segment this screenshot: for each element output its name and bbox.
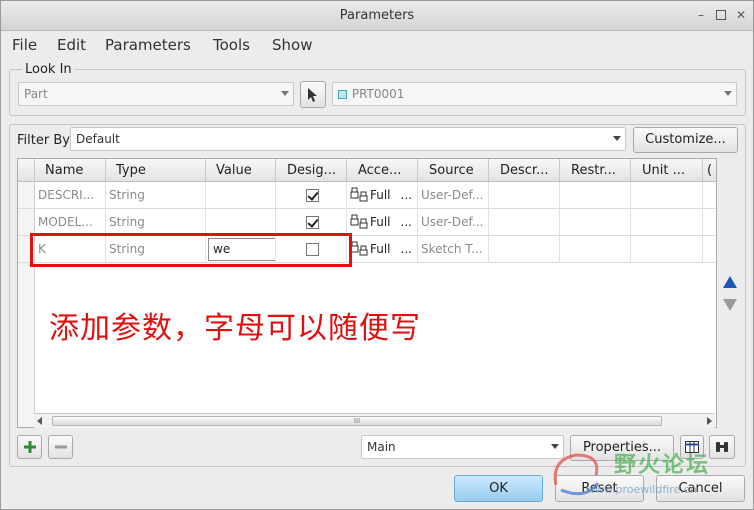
part-icon [338,90,347,99]
look-in-object-value: PRT0001 [351,87,405,101]
minus-icon [54,445,67,449]
col-access[interactable]: Acce... [347,159,418,182]
access-lock-icon [350,187,368,202]
cell-type[interactable]: String [106,209,206,236]
cell-designate[interactable] [276,209,347,236]
look-in-type-value: Part [24,87,48,101]
cell-access[interactable]: Full... [347,209,418,236]
menu-tools[interactable]: Tools [213,36,250,54]
table-row[interactable]: DESCRI... String Full... User-Def... [18,182,716,209]
ok-button[interactable]: OK [454,475,543,502]
look-in-type-select[interactable]: Part [18,82,294,106]
plus-icon [23,441,36,453]
cell-restricted[interactable] [560,209,631,236]
watermark-title: 野火论坛 [614,453,711,478]
window-title: Parameters [339,8,415,23]
cell-source[interactable]: User-Def... [418,209,489,236]
chevron-down-icon [281,91,289,96]
minimize-button[interactable]: – [693,7,709,23]
cell-type[interactable]: String [106,182,206,209]
add-parameter-button[interactable] [17,435,42,459]
main-select[interactable]: Main [361,435,564,459]
menu-bar: File Edit Parameters Tools Show [1,31,753,57]
col-designate[interactable]: Desig... [276,159,347,182]
filter-label: Filter By [17,133,70,148]
cell-description[interactable] [489,182,560,209]
cell-name[interactable]: DESCRI... [35,182,106,209]
cell-access[interactable]: Full... [347,182,418,209]
look-in-label: Look In [22,62,75,77]
move-down-icon[interactable] [722,298,738,312]
cell-description[interactable] [489,209,560,236]
cell-restricted[interactable] [560,182,631,209]
horizontal-scrollbar[interactable]: III [34,413,715,428]
cell-name[interactable]: MODEL... [35,209,106,236]
watermark-url: www.proewildfire.cn [586,483,697,496]
menu-parameters[interactable]: Parameters [105,36,191,54]
menu-file[interactable]: File [12,36,37,54]
col-restricted[interactable]: Restr... [560,159,631,182]
cell-designate[interactable] [276,182,347,209]
scroll-left-icon[interactable] [37,417,42,425]
col-unit[interactable]: Unit ... [631,159,703,182]
designate-checkbox[interactable] [306,189,319,202]
cell-restricted[interactable] [560,236,631,263]
maximize-button[interactable] [713,7,729,23]
col-description[interactable]: Descr... [489,159,560,182]
main-value: Main [367,440,396,454]
filter-value: Default [76,132,120,146]
cell-access[interactable]: Full... [347,236,418,263]
access-value: Full [370,188,391,202]
cell-source[interactable]: Sketch T... [418,236,489,263]
col-name[interactable]: Name [35,159,106,182]
menu-edit[interactable]: Edit [57,36,86,54]
cursor-arrow-icon [308,88,317,102]
watermark-logo: 野火论坛 www.proewildfire.cn [546,443,751,505]
chevron-down-icon [613,136,621,141]
col-value[interactable]: Value [206,159,276,182]
col-overflow: ( [707,163,713,178]
access-value: Full [370,215,391,229]
col-type[interactable]: Type [106,159,206,182]
designate-checkbox[interactable] [306,216,319,229]
scroll-right-icon[interactable] [707,417,712,425]
cell-value[interactable] [206,209,276,236]
cell-source[interactable]: User-Def... [418,182,489,209]
highlight-box [30,233,352,267]
header-corner [18,159,35,182]
title-bar: Parameters – ✕ [1,1,753,31]
close-button[interactable]: ✕ [733,7,749,23]
cell-unit[interactable] [631,182,703,209]
remove-parameter-button[interactable] [48,435,73,459]
select-object-button[interactable] [300,81,326,108]
parameters-table: Name Type Value Desig... Acce... Source … [17,158,717,428]
filter-select[interactable]: Default [70,127,626,151]
col-source[interactable]: Source [418,159,489,182]
look-in-object-select[interactable]: PRT0001 [332,82,737,106]
cell-unit[interactable] [631,209,703,236]
parameters-dialog: Parameters – ✕ File Edit Parameters Tool… [0,0,754,510]
cell-description[interactable] [489,236,560,263]
access-value: Full [370,242,391,256]
table-row[interactable]: MODEL... String Full... User-Def... [18,209,716,236]
chevron-down-icon [724,91,732,96]
cell-unit[interactable] [631,236,703,263]
menu-show[interactable]: Show [272,36,312,54]
maximize-icon [716,10,726,20]
customize-button[interactable]: Customize... [633,127,738,153]
access-lock-icon [350,214,368,229]
move-up-icon[interactable] [722,275,738,289]
annotation-text: 添加参数，字母可以随便写 [49,311,421,346]
cell-value[interactable] [206,182,276,209]
table-header: Name Type Value Desig... Acce... Source … [18,159,716,182]
access-lock-icon [350,241,368,256]
scroll-thumb[interactable]: III [52,416,662,426]
